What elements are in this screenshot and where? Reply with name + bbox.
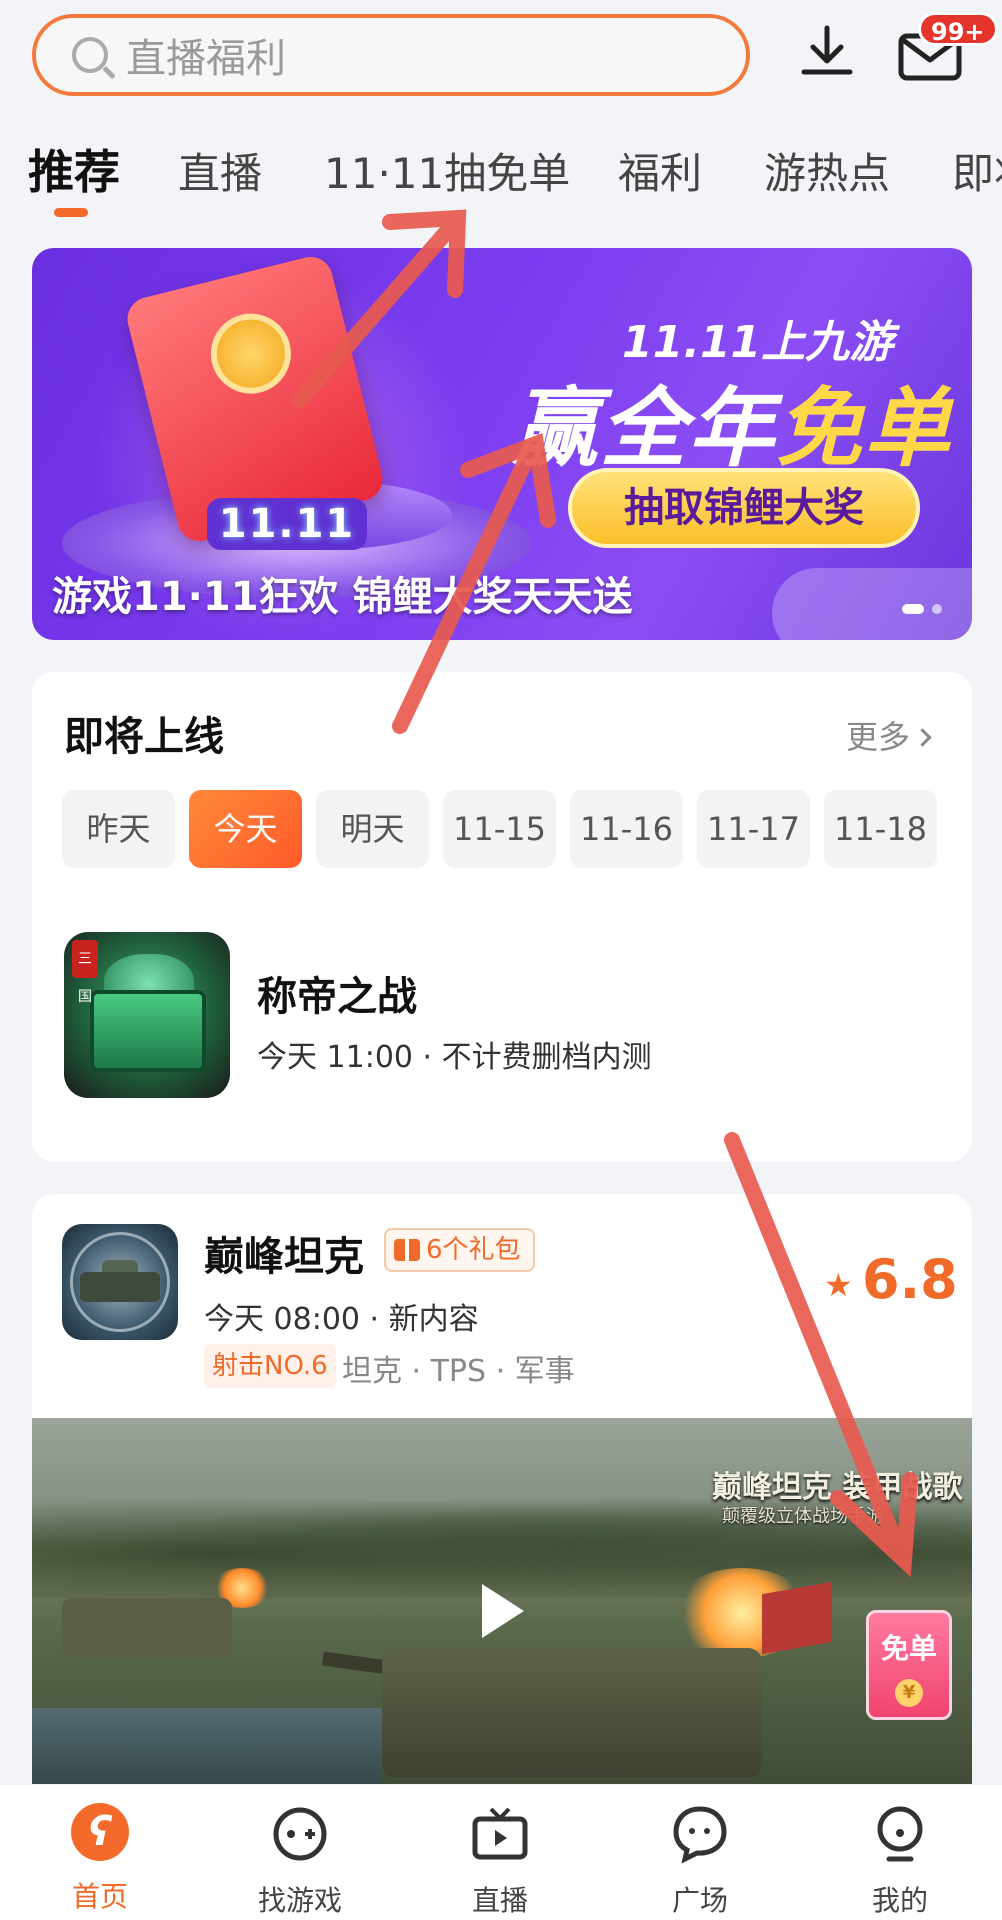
search-placeholder: 直播福利 [126, 36, 286, 82]
mail-badge: 99+ [918, 12, 998, 46]
game-rating: 6.8 [862, 1248, 958, 1311]
tab-live[interactable]: 直播 [178, 140, 262, 201]
game-icon[interactable]: 三国 [64, 932, 230, 1098]
play-icon[interactable] [482, 1584, 524, 1638]
game-schedule: 今天 11:00 · 不计费删档内测 [257, 1040, 652, 1075]
search-icon [72, 37, 108, 73]
gift-icon [394, 1239, 420, 1261]
gamepad-icon [273, 1807, 327, 1861]
banner-pagination [902, 604, 942, 614]
video-logo-title: 巅峰坦克 装甲战歌 [712, 1470, 963, 1505]
featured-game-card: 巅峰坦克 6个礼包 今天 08:00 · 新内容 射击NO.6 坦克 · TPS… [32, 1194, 972, 1794]
banner-dot-active [902, 604, 924, 614]
banner-title: 赢全年免单 [512, 379, 952, 479]
game-tags: 坦克 · TPS · 军事 [342, 1354, 575, 1389]
active-tab-indicator [54, 208, 88, 217]
game-video-preview[interactable]: 巅峰坦克 装甲战歌 颠覆级立体战场手游 [32, 1418, 972, 1794]
download-icon[interactable] [796, 22, 858, 84]
game-schedule: 今天 08:00 · 新内容 [204, 1302, 479, 1337]
section-title: 即将上线 [64, 714, 224, 760]
tab-upcoming[interactable]: 即将 [952, 140, 1002, 201]
video-logo-subtitle: 颠覆级立体战场手游 [722, 1506, 884, 1527]
more-link[interactable]: 更多 [846, 712, 932, 758]
search-input[interactable]: 直播福利 [32, 14, 750, 96]
date-chip[interactable]: 昨天 [62, 790, 175, 868]
date-chip[interactable]: 11-16 [570, 790, 683, 868]
chat-bubble-icon [673, 1806, 727, 1864]
banner-caption: 游戏11·11狂欢 锦鲤大奖天天送 [52, 574, 633, 620]
bottom-navigation: ʕ 首页 找游戏 直播 广场 我的 [0, 1784, 1002, 1920]
profile-icon [877, 1806, 923, 1862]
nav-square[interactable]: 广场 [630, 1803, 770, 1919]
banner-dot [932, 604, 942, 614]
home-icon: ʕ [71, 1803, 129, 1861]
date-chip-selected[interactable]: 今天 [189, 790, 302, 868]
gift-pack-badge[interactable]: 6个礼包 [384, 1228, 535, 1272]
nav-home[interactable]: ʕ 首页 [30, 1803, 170, 1915]
date-chip[interactable]: 明天 [316, 790, 429, 868]
star-icon: ★ [824, 1266, 853, 1304]
date-chip[interactable]: 11-15 [443, 790, 556, 868]
game-title[interactable]: 称帝之战 [257, 964, 417, 1022]
date-chip[interactable]: 11-18 [824, 790, 937, 868]
banner-pedestal-text: 11.11 [207, 498, 367, 550]
coin-icon: ¥ [895, 1679, 923, 1707]
banner-cloud [772, 568, 972, 640]
rank-badge: 射击NO.6 [204, 1344, 336, 1388]
tv-icon [472, 1807, 528, 1860]
top-bar: 直播福利 99+ [0, 0, 1002, 110]
promo-banner[interactable]: 11.11 11.11上九游 赢全年免单 抽取锦鲤大奖 游戏11·11狂欢 锦鲤… [32, 248, 972, 640]
date-chip[interactable]: 11-17 [697, 790, 810, 868]
category-tabs: 推荐 直播 11·11抽免单 福利 游热点 即将 [0, 130, 1002, 220]
date-selector: 昨天 今天 明天 11-15 11-16 11-17 11-18 [62, 790, 937, 868]
nav-profile[interactable]: 我的 [830, 1803, 970, 1919]
upcoming-section: 即将上线 更多 昨天 今天 明天 11-15 11-16 11-17 11-18… [32, 672, 972, 1162]
tab-double11-free-order[interactable]: 11·11抽免单 [324, 140, 570, 201]
game-icon[interactable] [62, 1224, 178, 1340]
banner-cta-button[interactable]: 抽取锦鲤大奖 [568, 468, 920, 548]
free-order-float-button[interactable]: 免单 ¥ [866, 1610, 952, 1720]
nav-live[interactable]: 直播 [430, 1803, 570, 1919]
tab-hot-topics[interactable]: 游热点 [764, 140, 890, 201]
tab-welfare[interactable]: 福利 [618, 140, 702, 201]
chevron-right-icon [913, 728, 932, 747]
tab-recommend[interactable]: 推荐 [28, 136, 120, 202]
game-title[interactable]: 巅峰坦克 [204, 1224, 364, 1282]
nav-find-games[interactable]: 找游戏 [230, 1803, 370, 1919]
